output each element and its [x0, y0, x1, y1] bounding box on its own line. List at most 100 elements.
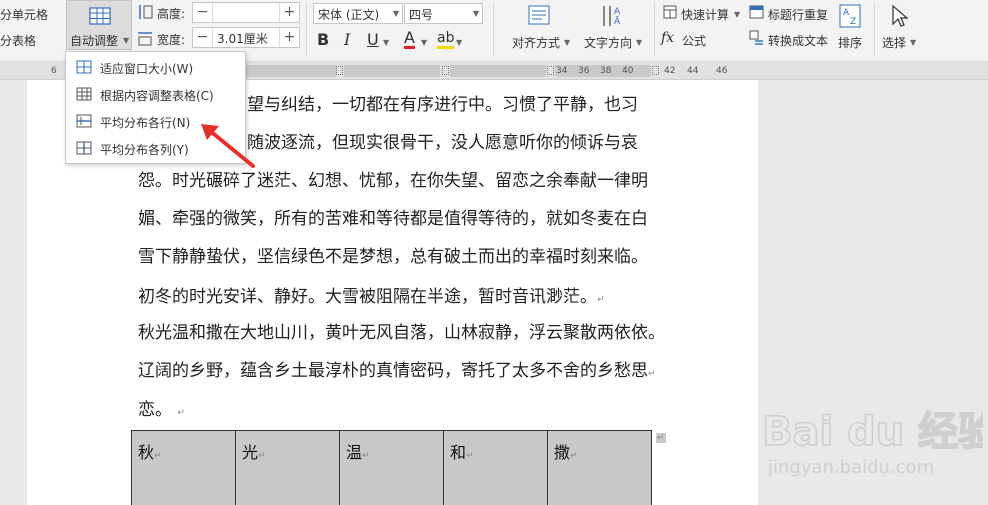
ruler-number: 38 [600, 66, 612, 76]
height-decrease-button[interactable]: − [193, 3, 213, 22]
distribute-columns-icon [76, 141, 92, 155]
text-line[interactable]: 媚、牵强的微笑，所有的苦难和等待都是值得等待的，就如冬麦在白 [138, 208, 678, 230]
convert-to-text-button[interactable]: 转换成文本 [768, 32, 828, 49]
divider [874, 2, 875, 56]
underline-button[interactable]: U [367, 31, 379, 49]
font-size-value: 四号 [409, 8, 434, 22]
table-cell-text: 光 [242, 443, 259, 462]
alignment-label: 对齐方式 [512, 36, 561, 50]
ruler-number: 36 [578, 66, 590, 76]
select-label: 选择 [882, 36, 907, 50]
ruler-column-zone [246, 65, 336, 77]
text-line-content: 辽阔的乡野，蕴含乡土最淳朴的真情密码，寄托了太多不舍的乡愁思 [138, 361, 648, 381]
font-name-select[interactable]: 宋体 (正文) ▼ [313, 3, 403, 24]
sort-az-icon: A Z [839, 4, 861, 28]
autofit-label: 自动调整 [70, 34, 119, 48]
svg-text:A: A [843, 8, 850, 18]
table-cell[interactable]: 温↵ [339, 430, 444, 505]
text-line[interactable]: 秋光温和撒在大地山川，黄叶无风自落，山林寂静，浮云聚散两依依。 [138, 322, 678, 344]
italic-button[interactable]: I [344, 31, 350, 49]
text-line[interactable]: 初冬的时光安详、静好。大雪被阻隔在半途，暂时音讯渺茫。↵ [138, 286, 678, 311]
menu-item-label: 根据内容调整表格(C) [100, 89, 214, 103]
chevron-down-icon: ▼ [564, 38, 571, 47]
table-cell[interactable]: 光↵ [235, 430, 340, 505]
table-cell-text: 秋 [138, 443, 155, 462]
select-button[interactable]: 选择 ▼ [880, 2, 920, 52]
ruler-number: 6 [51, 66, 57, 76]
split-table-button[interactable]: 分表格 [0, 32, 36, 49]
ruler-column-marker[interactable] [652, 66, 659, 75]
text-direction-label: 文字方向 [584, 36, 633, 50]
chevron-down-icon[interactable]: ▼ [734, 10, 740, 19]
width-value[interactable]: 3.01厘米 [217, 30, 268, 47]
ruler-column-marker[interactable] [547, 66, 554, 75]
align-icon [528, 5, 550, 25]
svg-text:A: A [614, 7, 621, 17]
ruler-number: 40 [622, 66, 634, 76]
width-increase-button[interactable]: + [279, 28, 299, 47]
fx-icon: fx [661, 30, 675, 46]
bold-button[interactable]: B [317, 31, 329, 49]
text-line[interactable]: 希望与纠结，一切都在有序进行中。习惯了平静，也习 [230, 94, 770, 116]
formula-button[interactable]: 公式 [682, 32, 706, 49]
text-line[interactable]: 恋。 ↵ [138, 399, 678, 424]
text-line[interactable]: 想随波逐流，但现实很骨干，没人愿意听你的倾诉与哀 [230, 132, 770, 154]
text-line[interactable]: 辽阔的乡野，蕴含乡土最淳朴的真情密码，寄托了太多不舍的乡愁思↵ [138, 360, 678, 385]
table-cell[interactable]: 撒↵ [547, 430, 652, 505]
chevron-down-icon[interactable]: ▼ [456, 38, 462, 47]
highlight-button[interactable]: ab [437, 30, 455, 49]
chevron-down-icon[interactable]: ▼ [383, 38, 389, 47]
height-increase-button[interactable]: + [279, 3, 299, 22]
chevron-down-icon: ▼ [392, 9, 399, 18]
merge-cells-button[interactable]: 分单元格 [0, 6, 48, 23]
chevron-down-icon: ▼ [910, 38, 917, 47]
calculator-icon [663, 5, 677, 19]
paragraph-mark: ↵ [362, 451, 370, 461]
divider [493, 2, 494, 56]
height-label: 高度: [157, 7, 186, 21]
chevron-down-icon[interactable]: ▼ [421, 38, 427, 47]
width-stepper[interactable]: − 3.01厘米 + [192, 27, 300, 48]
font-size-select[interactable]: 四号 ▼ [404, 3, 483, 24]
chevron-down-icon: ▼ [636, 38, 643, 47]
text-direction-button[interactable]: A Ā 文字方向 ▼ [582, 2, 646, 52]
paragraph-mark: ↵ [177, 408, 185, 418]
width-label: 宽度: [157, 33, 186, 47]
text-line-content: 恋。 [138, 400, 172, 420]
document-table[interactable]: 秋↵ 光↵ 温↵ 和↵ 撒↵ [131, 430, 652, 505]
distribute-rows-icon [76, 114, 92, 128]
alignment-button[interactable]: 对齐方式 ▼ [508, 2, 572, 52]
repeat-header-button[interactable]: 标题行重复 [768, 6, 828, 23]
menu-item-label: 平均分布各行(N) [100, 116, 191, 130]
ruler-number: 46 [716, 66, 728, 76]
paragraph-mark: ↵ [648, 369, 656, 379]
paragraph-mark: ↵ [466, 451, 474, 461]
sort-button[interactable]: A Z 排序 [834, 2, 868, 52]
divider [306, 2, 307, 56]
ruler-number: 42 [664, 66, 676, 76]
table-cell[interactable]: 秋↵ [131, 430, 236, 505]
menu-item-fit-content[interactable]: 根据内容调整表格(C) [66, 81, 245, 108]
convert-to-text-icon [749, 30, 763, 45]
paragraph-mark: ↵ [258, 451, 266, 461]
font-color-button[interactable]: A [404, 30, 415, 49]
row-end-mark: ↵ [656, 433, 666, 443]
repeat-header-icon [749, 5, 764, 19]
menu-item-label: 平均分布各列(Y) [100, 143, 189, 157]
fit-window-icon [76, 60, 92, 74]
row-height-icon [139, 5, 153, 19]
ruler-column-marker[interactable] [336, 66, 343, 75]
menu-item-label: 适应窗口大小(W) [100, 62, 194, 76]
autofit-button[interactable]: 自动调整 ▼ [66, 0, 132, 50]
quick-calc-button[interactable]: 快速计算 [681, 6, 729, 23]
sort-label: 排序 [838, 36, 863, 50]
ruler-column-marker[interactable] [442, 66, 449, 75]
ruler-column-zone [344, 65, 440, 77]
height-stepper[interactable]: − + [192, 2, 300, 23]
menu-item-fit-window[interactable]: 适应窗口大小(W) [66, 54, 245, 81]
table-cell[interactable]: 和↵ [443, 430, 548, 505]
paragraph-mark: ↵ [570, 451, 578, 461]
width-decrease-button[interactable]: − [193, 28, 213, 47]
text-line[interactable]: 雪下静静蛰伏，坚信绿色不是梦想，总有破土而出的幸福时刻来临。 [138, 246, 678, 268]
text-direction-icon: A Ā [603, 6, 621, 27]
